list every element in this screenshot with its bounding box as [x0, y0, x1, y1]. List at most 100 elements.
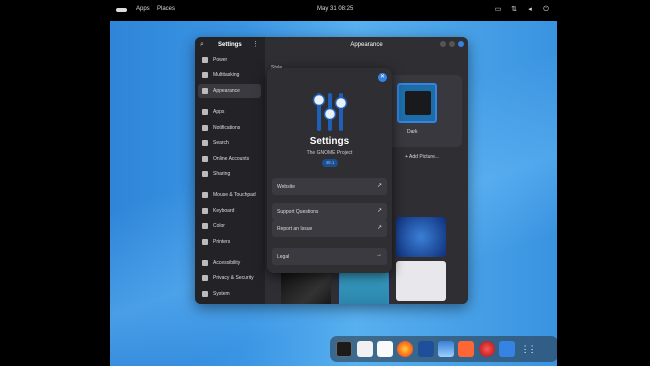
sidebar-item-label: System	[213, 291, 230, 297]
about-row-website[interactable]: Website ↗	[272, 178, 387, 195]
ruby-icon[interactable]	[478, 341, 495, 357]
external-link-icon: ↗	[376, 183, 382, 189]
dock: ⋮⋮	[330, 336, 557, 362]
top-bar: Apps Places May 31 08:25 ▭ ⇅ ◂ ⏻	[110, 0, 557, 21]
activities-indicator[interactable]	[116, 8, 127, 12]
close-button[interactable]	[458, 41, 464, 47]
window-icon[interactable]: ▭	[493, 5, 503, 15]
window-controls	[440, 41, 464, 47]
search-icon	[202, 140, 208, 146]
add-picture-button[interactable]: + Add Picture...	[405, 154, 439, 160]
firefox-icon[interactable]	[397, 341, 414, 357]
about-row-legal[interactable]: Legal →	[272, 248, 387, 265]
network-icon[interactable]: ⇅	[509, 5, 519, 15]
hand-icon	[202, 275, 208, 281]
sidebar-item-mouse-touchpad[interactable]: Mouse & Touchpad	[198, 188, 261, 202]
sidebar-item-label: Printers	[213, 239, 231, 245]
appearance-icon	[202, 88, 208, 94]
burpsuite-icon[interactable]	[458, 341, 475, 357]
apps-icon	[202, 109, 208, 115]
multitasking-icon	[202, 72, 208, 78]
sidebar-item-label: Privacy & Security	[213, 275, 254, 281]
power-icon	[202, 57, 208, 63]
settings-app-icon[interactable]	[499, 341, 516, 357]
minimize-button[interactable]	[440, 41, 446, 47]
search-icon[interactable]: ⌕	[200, 41, 204, 49]
version-badge: 48.1	[322, 159, 338, 167]
sidebar-item-label: Power	[213, 57, 228, 63]
dialog-subtitle: The GNOME Project	[306, 150, 353, 156]
menu-icon[interactable]: ⋮	[252, 40, 259, 48]
printer-icon	[202, 239, 208, 245]
about-row-label: Legal	[277, 253, 290, 260]
keyboard-icon	[202, 208, 208, 214]
text-editor-icon[interactable]	[356, 341, 373, 357]
dark-style-option[interactable]	[397, 83, 437, 123]
bell-icon	[202, 125, 208, 131]
sidebar-item-system[interactable]: System	[198, 287, 261, 301]
sidebar-item-label: Appearance	[213, 88, 240, 94]
sidebar-item-appearance[interactable]: Appearance	[198, 84, 261, 98]
places-menu[interactable]: Places	[157, 6, 175, 12]
sidebar-item-keyboard[interactable]: Keyboard	[198, 204, 261, 218]
system-tray[interactable]: ▭ ⇅ ◂ ⏻	[493, 5, 551, 15]
external-link-icon: ↗	[376, 225, 382, 231]
settings-sidebar: ⌕ Settings ⋮ Power Multitasking Appearance…	[195, 37, 265, 304]
gear-icon	[202, 291, 208, 297]
about-row-report-an-issue[interactable]: Report an Issue ↗	[272, 220, 387, 237]
page-title: Appearance	[350, 42, 383, 48]
sidebar-item-notifications[interactable]: Notifications	[198, 121, 261, 135]
wireshark-icon[interactable]	[438, 341, 455, 357]
sidebar-item-search[interactable]: Search	[198, 136, 261, 150]
sidebar-item-label: Keyboard	[213, 208, 235, 214]
sidebar-item-label: Mouse & Touchpad	[213, 192, 256, 198]
about-row-label: Report an Issue	[277, 225, 313, 232]
sidebar-item-label: Online Accounts	[213, 156, 250, 162]
accessibility-icon	[202, 260, 208, 266]
sidebar-item-color[interactable]: Color	[198, 219, 261, 233]
app-grid-icon[interactable]: ⋮⋮	[520, 341, 537, 357]
sidebar-item-power[interactable]: Power	[198, 53, 261, 67]
desktop: Apps Places May 31 08:25 ▭ ⇅ ◂ ⏻ ⌕ Setti…	[110, 0, 557, 366]
arrow-right-icon: →	[376, 252, 382, 258]
sidebar-item-label: Multitasking	[213, 72, 240, 78]
sidebar-item-label: Search	[213, 140, 229, 146]
about-row-support-questions[interactable]: Support Questions ↗	[272, 203, 387, 220]
apps-menu[interactable]: Apps	[136, 6, 150, 12]
color-icon	[202, 223, 208, 229]
sidebar-item-label: Notifications	[213, 125, 241, 131]
external-link-icon: ↗	[376, 208, 382, 214]
document-viewer-icon[interactable]	[376, 341, 393, 357]
settings-logo	[312, 93, 348, 131]
sidebar-item-privacy-security[interactable]: Privacy & Security	[198, 271, 261, 285]
sidebar-item-label: Color	[213, 223, 225, 229]
sidebar-title: Settings	[218, 42, 242, 48]
wallpaper-thumbnail[interactable]	[281, 271, 331, 304]
sidebar-item-online-accounts[interactable]: Online Accounts	[198, 152, 261, 166]
about-dialog: ✕ Settings The GNOME Project 48.1 Websit…	[267, 68, 392, 273]
accounts-icon	[202, 156, 208, 162]
maximize-button[interactable]	[449, 41, 455, 47]
power-icon[interactable]: ⏻	[541, 5, 551, 15]
volume-icon[interactable]: ◂	[525, 5, 535, 15]
dialog-close-button[interactable]: ✕	[378, 73, 387, 82]
sidebar-item-label: Apps	[213, 109, 225, 115]
clock[interactable]: May 31 08:25	[317, 6, 353, 12]
sidebar-item-sharing[interactable]: Sharing	[198, 167, 261, 181]
sidebar-item-label: Accessibility	[213, 260, 241, 266]
wallpaper-thumbnail-selected[interactable]	[339, 271, 389, 304]
mouse-icon	[202, 192, 208, 198]
wallpaper-thumbnail[interactable]	[396, 217, 446, 257]
sidebar-item-multitasking[interactable]: Multitasking	[198, 68, 261, 82]
wallpaper-thumbnail[interactable]	[396, 172, 446, 212]
sidebar-item-accessibility[interactable]: Accessibility	[198, 256, 261, 270]
share-icon	[202, 171, 208, 177]
sidebar-item-apps[interactable]: Apps	[198, 105, 261, 119]
metasploit-icon[interactable]	[417, 341, 434, 357]
wallpaper-thumbnail[interactable]	[396, 261, 446, 301]
sidebar-item-printers[interactable]: Printers	[198, 235, 261, 249]
terminal-icon[interactable]	[336, 341, 353, 357]
about-row-label: Support Questions	[277, 208, 319, 215]
about-row-label: Website	[277, 183, 295, 190]
dialog-title: Settings	[309, 136, 350, 147]
